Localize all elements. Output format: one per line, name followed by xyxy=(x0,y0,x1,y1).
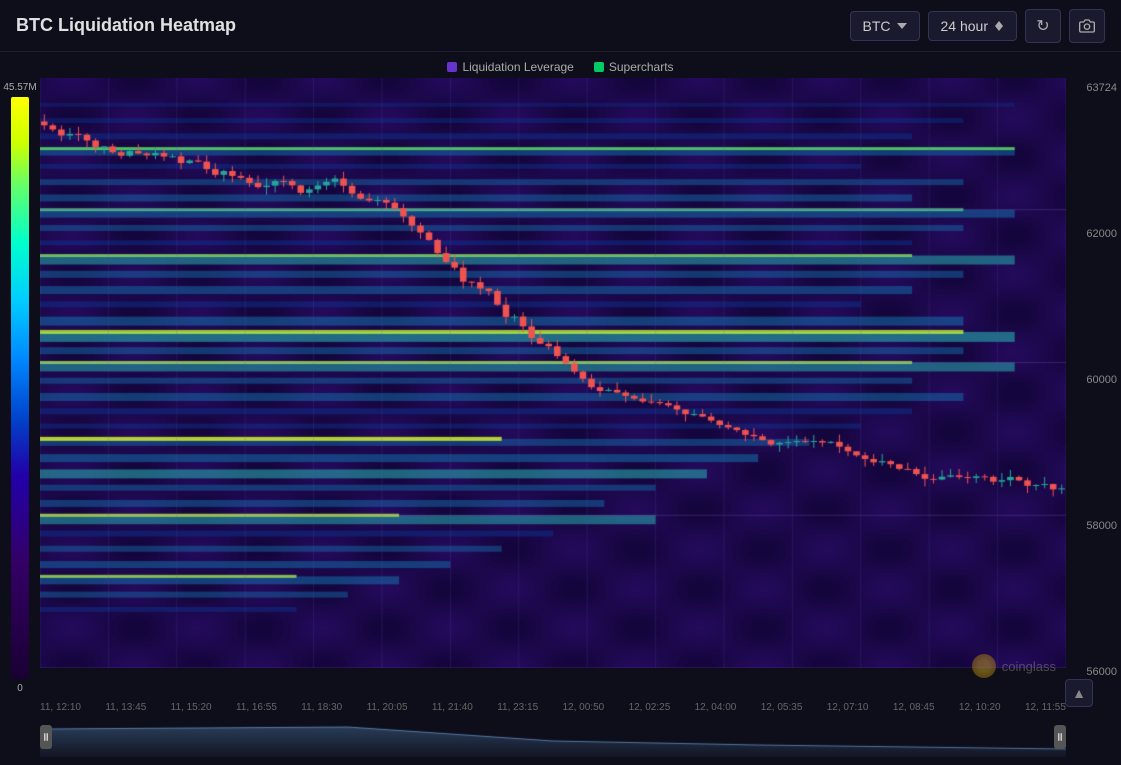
refresh-button[interactable]: ↻ xyxy=(1025,9,1061,43)
x-label-14: 12, 10:20 xyxy=(959,702,1001,713)
x-label-13: 12, 08:45 xyxy=(893,702,935,713)
y-label-2: 60000 xyxy=(1070,374,1117,386)
scrubber-left[interactable] xyxy=(40,725,52,749)
page-title: BTC Liquidation Heatmap xyxy=(16,15,850,36)
mini-chart-canvas[interactable] xyxy=(40,717,1066,757)
legend-label-1: Liquidation Leverage xyxy=(462,60,573,74)
x-label-0: 11, 12:10 xyxy=(40,702,81,713)
header: BTC Liquidation Heatmap BTC 24 hour ↻ xyxy=(0,0,1121,52)
x-axis: 11, 12:10 11, 13:45 11, 15:20 11, 16:55 11, … xyxy=(0,698,1121,717)
x-label-12: 12, 07:10 xyxy=(827,702,869,713)
coinglass-logo xyxy=(972,654,996,678)
y-label-3: 58000 xyxy=(1070,520,1117,532)
asset-label: BTC xyxy=(863,18,891,34)
x-label-9: 12, 02:25 xyxy=(629,702,671,713)
x-label-11: 12, 05:35 xyxy=(761,702,803,713)
scrubber-right-icon xyxy=(1057,731,1063,743)
watermark-text: coinglass xyxy=(1002,659,1056,674)
chart-area: 45.57M 0 coinglass 63724 62000 60000 580… xyxy=(0,78,1121,698)
y-label-1: 62000 xyxy=(1070,228,1117,240)
watermark: coinglass xyxy=(972,654,1056,678)
main-chart[interactable]: coinglass xyxy=(40,78,1066,698)
legend-item-1: Liquidation Leverage xyxy=(447,60,573,74)
legend-item-2: Supercharts xyxy=(594,60,674,74)
screenshot-button[interactable] xyxy=(1069,9,1105,43)
x-label-2: 11, 15:20 xyxy=(171,702,212,713)
scroll-up-button[interactable]: ▲ xyxy=(1065,679,1093,707)
timeframe-label: 24 hour xyxy=(941,18,988,34)
timeframe-dropdown[interactable]: 24 hour xyxy=(928,11,1017,41)
x-label-10: 12, 04:00 xyxy=(695,702,737,713)
chevron-down-icon xyxy=(897,21,907,31)
asset-dropdown[interactable]: BTC xyxy=(850,11,920,41)
x-label-5: 11, 20:05 xyxy=(367,702,408,713)
color-scale: 45.57M 0 xyxy=(0,78,40,698)
x-label-6: 11, 21:40 xyxy=(432,702,473,713)
updown-icon xyxy=(994,21,1004,31)
legend-dot-1 xyxy=(447,62,457,72)
y-label-0: 63724 xyxy=(1070,82,1117,94)
controls: BTC 24 hour ↻ xyxy=(850,9,1105,43)
x-label-7: 11, 23:15 xyxy=(497,702,538,713)
legend: Liquidation Leverage Supercharts xyxy=(0,52,1121,78)
x-label-8: 12, 00:50 xyxy=(563,702,605,713)
camera-icon xyxy=(1079,18,1095,34)
scale-label-top: 45.57M xyxy=(3,82,36,93)
x-label-3: 11, 16:55 xyxy=(236,702,277,713)
legend-dot-2 xyxy=(594,62,604,72)
y-axis: 63724 62000 60000 58000 56000 xyxy=(1066,78,1121,698)
mini-chart-container xyxy=(40,717,1066,757)
heatmap-canvas[interactable] xyxy=(40,78,1066,668)
x-label-4: 11, 18:30 xyxy=(301,702,342,713)
scale-label-bottom: 0 xyxy=(17,683,23,694)
legend-label-2: Supercharts xyxy=(609,60,674,74)
scrubber-right[interactable] xyxy=(1054,725,1066,749)
x-label-15: 12, 11:55 xyxy=(1025,702,1066,713)
scrubber-left-icon xyxy=(43,731,49,743)
y-label-4: 56000 xyxy=(1070,666,1117,678)
scale-bar xyxy=(11,97,29,679)
x-label-1: 11, 13:45 xyxy=(105,702,146,713)
